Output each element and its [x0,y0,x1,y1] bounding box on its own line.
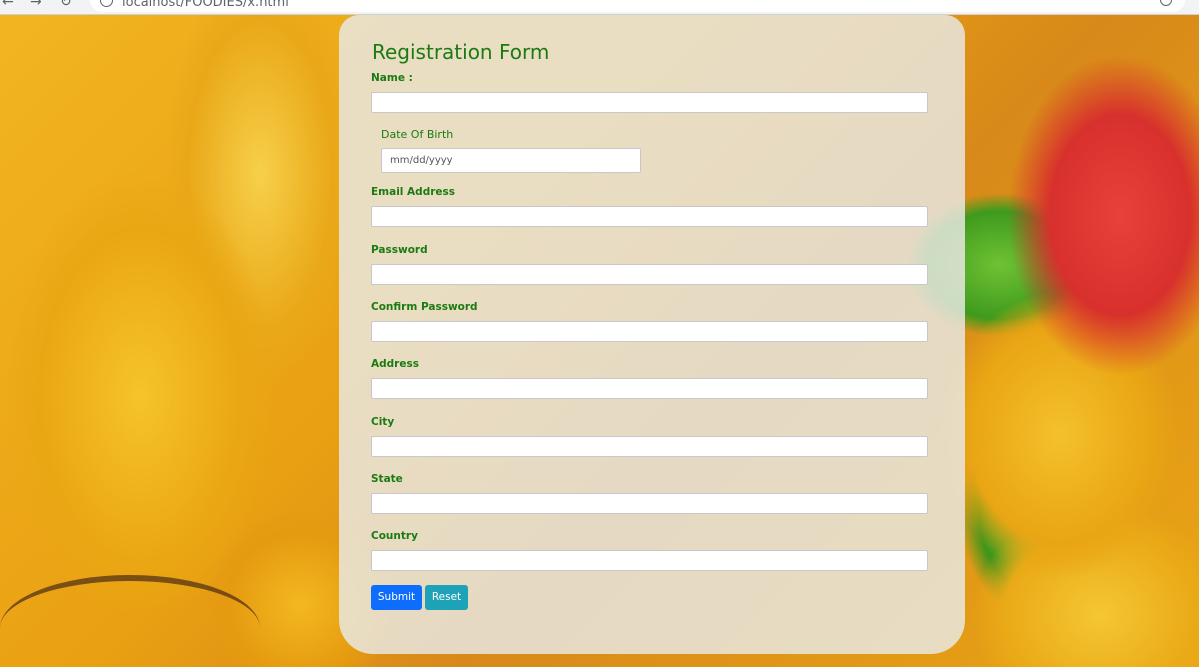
password-input[interactable] [371,264,928,285]
browser-toolbar: ← → ↻ localhost/FOODIES/x.html [0,0,1199,15]
email-label: Email Address [371,186,456,198]
forward-arrow-icon[interactable]: → [30,0,42,10]
address-input[interactable] [371,378,928,399]
registration-form: Registration Form Name : Date Of Birth m… [339,15,965,654]
password-label: Password [371,244,428,256]
email-input[interactable] [371,206,928,227]
confirm-password-label: Confirm Password [371,301,478,313]
name-input[interactable] [371,92,928,113]
state-input[interactable] [371,493,928,514]
name-label: Name : [371,72,413,84]
dob-label: Date Of Birth [381,128,454,141]
url-text[interactable]: localhost/FOODIES/x.html [122,0,289,11]
reset-button[interactable]: Reset [425,585,468,610]
dob-input[interactable]: mm/dd/yyyy [381,148,641,173]
city-label: City [371,416,395,428]
form-title: Registration Form [372,40,550,64]
confirm-password-input[interactable] [371,321,928,342]
reload-icon[interactable]: ↻ [60,0,72,10]
back-arrow-icon[interactable]: ← [2,0,14,10]
state-label: State [371,473,403,485]
city-input[interactable] [371,436,928,457]
submit-button[interactable]: Submit [371,585,422,610]
address-label: Address [371,358,419,370]
basket-decoration [0,575,260,667]
country-input[interactable] [371,550,928,571]
country-label: Country [371,530,418,542]
